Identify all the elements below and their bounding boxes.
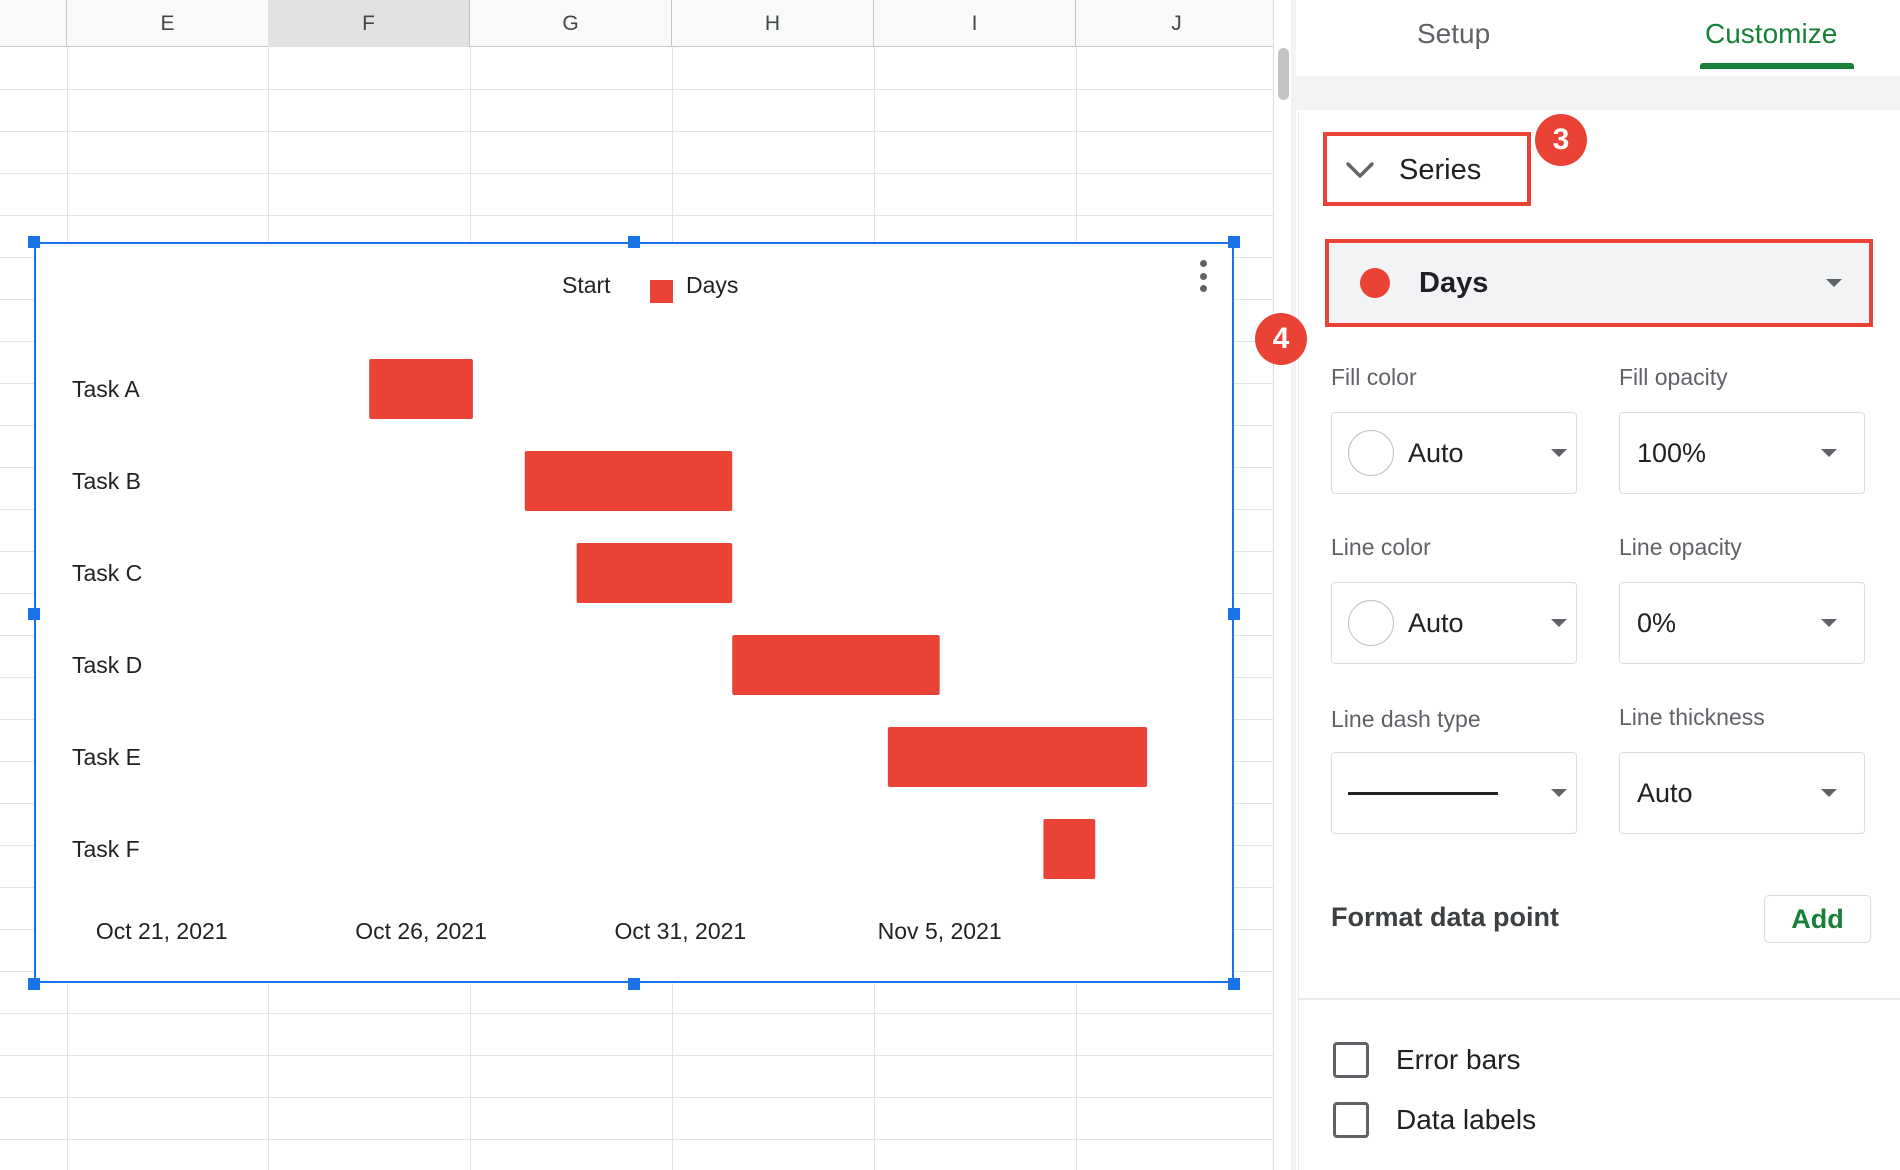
highlight-box-series (1323, 132, 1531, 206)
line-thickness-label: Line thickness (1619, 704, 1765, 730)
chart-plot-area: Start Days Task A Task B Task C Task D Task E T… (72, 272, 1148, 944)
active-tab-indicator (1700, 63, 1854, 69)
line-thickness-dropdown[interactable]: Auto (1619, 752, 1865, 834)
dropdown-arrow-icon (1551, 789, 1567, 797)
x-tick-label: Nov 5, 2021 (878, 918, 1002, 944)
column-header-row: EFGHIJ (0, 0, 1273, 47)
tab-setup[interactable]: Setup (1417, 18, 1490, 50)
x-tick-label: Oct 21, 2021 (96, 918, 228, 944)
resize-handle-bottom-right[interactable] (1228, 978, 1240, 990)
step-badge-3: 3 (1535, 114, 1587, 166)
category-label: Task D (72, 652, 142, 678)
line-dash-type-dropdown[interactable] (1331, 752, 1577, 834)
grid-row-line (0, 1139, 1273, 1140)
column-header-f[interactable]: F (268, 0, 470, 47)
fill-opacity-value: 100% (1637, 437, 1707, 468)
legend-label-days: Days (686, 272, 738, 298)
tab-customize[interactable]: Customize (1705, 18, 1837, 50)
resize-handle-right[interactable] (1228, 608, 1240, 620)
line-opacity-value: 0% (1637, 607, 1677, 638)
resize-handle-left[interactable] (28, 608, 40, 620)
data-labels-checkbox[interactable] (1333, 1102, 1369, 1138)
chart-editor-panel: Setup Customize Series 3 Days 4 Fill col… (1255, 0, 1900, 1170)
dropdown-arrow-icon (1821, 449, 1837, 457)
column-header-g[interactable]: G (470, 0, 672, 47)
add-data-point-button[interactable]: Add (1764, 895, 1871, 943)
solid-line-icon (1348, 791, 1498, 795)
column-header-h[interactable]: H (672, 0, 874, 47)
column-header-j[interactable]: J (1076, 0, 1273, 47)
format-data-point-label: Format data point (1331, 902, 1559, 932)
grid-row-line (0, 1055, 1273, 1056)
column-header-e[interactable]: E (67, 0, 269, 47)
error-bars-checkbox[interactable] (1333, 1042, 1369, 1078)
line-color-dropdown[interactable]: Auto (1331, 582, 1577, 664)
category-label: Task B (72, 468, 141, 494)
fill-color-swatch (1348, 430, 1394, 476)
data-labels-option[interactable]: Data labels (1333, 1102, 1536, 1138)
resize-handle-bottom[interactable] (628, 978, 640, 990)
fill-opacity-label: Fill opacity (1619, 364, 1728, 390)
line-opacity-label: Line opacity (1619, 534, 1742, 560)
bar-days-task-e (887, 727, 1148, 787)
grid-row-line (0, 89, 1273, 90)
x-tick-label: Oct 26, 2021 (355, 918, 487, 944)
error-bars-option[interactable]: Error bars (1333, 1042, 1520, 1078)
x-tick-label: Oct 31, 2021 (615, 918, 747, 944)
grid-row-line (0, 1013, 1273, 1014)
highlight-box-series-select (1325, 239, 1873, 327)
fill-color-label: Fill color (1331, 364, 1417, 390)
line-opacity-dropdown[interactable]: 0% (1619, 582, 1865, 664)
line-color-value: Auto (1408, 607, 1464, 638)
scrollbar-thumb[interactable] (1278, 48, 1289, 100)
panel-gap (1296, 76, 1900, 110)
dropdown-arrow-icon (1551, 449, 1567, 457)
grid-row-line (0, 1097, 1273, 1098)
category-label: Task A (72, 376, 140, 402)
bar-days-task-a (369, 359, 473, 419)
resize-handle-bottom-left[interactable] (28, 978, 40, 990)
line-thickness-value: Auto (1637, 777, 1693, 808)
gantt-chart[interactable]: Start Days Task A Task B Task C Task D Task E T… (34, 242, 1234, 983)
bar-days-task-f (1043, 819, 1096, 879)
chart-more-options-icon[interactable] (1190, 258, 1216, 294)
data-labels-label: Data labels (1396, 1104, 1537, 1135)
line-color-swatch (1348, 600, 1394, 646)
row-header-corner (0, 0, 67, 47)
editor-tabs: Setup Customize (1296, 0, 1900, 76)
line-color-label: Line color (1331, 534, 1431, 560)
dropdown-arrow-icon (1821, 619, 1837, 627)
error-bars-label: Error bars (1396, 1044, 1521, 1075)
dropdown-arrow-icon (1821, 789, 1837, 797)
fill-color-dropdown[interactable]: Auto (1331, 412, 1577, 494)
fill-opacity-dropdown[interactable]: 100% (1619, 412, 1865, 494)
line-dash-type-label: Line dash type (1331, 706, 1481, 732)
bar-days-task-b (524, 451, 733, 511)
series-section-card: Series 3 Days 4 Fill color Fill opacity … (1255, 110, 1900, 1170)
resize-handle-top-left[interactable] (28, 236, 40, 248)
legend-swatch-days (650, 280, 673, 303)
legend-label-start: Start (562, 272, 611, 298)
fill-color-value: Auto (1408, 437, 1464, 468)
category-label: Task F (72, 836, 140, 862)
step-badge-4: 4 (1255, 313, 1307, 365)
section-divider (1299, 998, 1900, 1000)
resize-handle-top[interactable] (628, 236, 640, 248)
vertical-scrollbar[interactable] (1273, 0, 1291, 1170)
grid-row-line (0, 131, 1273, 132)
grid-row-line (0, 215, 1273, 216)
bar-days-task-c (576, 543, 733, 603)
category-label: Task C (72, 560, 142, 586)
category-label: Task E (72, 744, 141, 770)
column-header-i[interactable]: I (874, 0, 1076, 47)
dropdown-arrow-icon (1551, 619, 1567, 627)
resize-handle-top-right[interactable] (1228, 236, 1240, 248)
bar-days-task-d (732, 635, 940, 695)
grid-row-line (0, 173, 1273, 174)
